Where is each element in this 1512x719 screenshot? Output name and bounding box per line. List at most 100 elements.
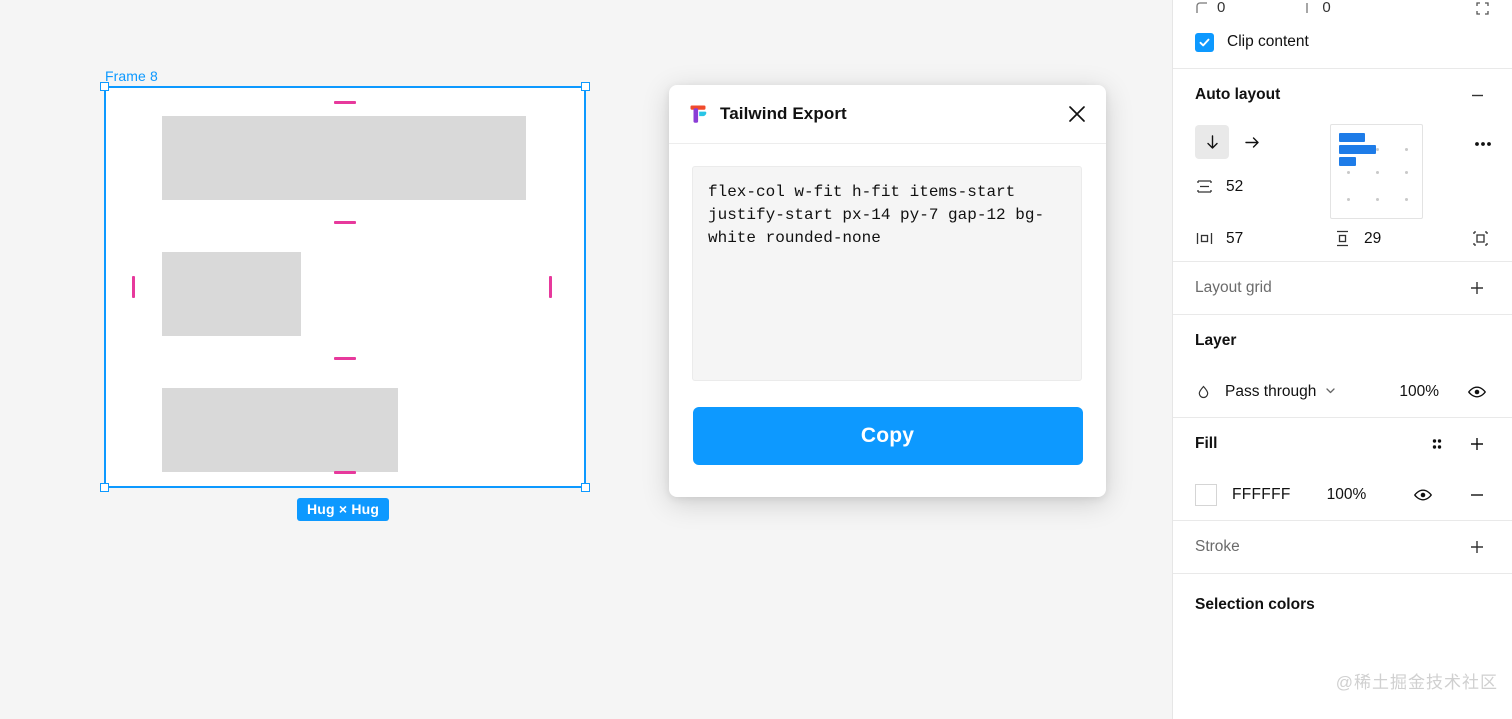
- stroke-header: Stroke: [1195, 521, 1490, 573]
- dialog-title: Tailwind Export: [720, 104, 847, 123]
- horizontal-padding-value: 57: [1226, 229, 1244, 247]
- fill-title: Fill: [1195, 435, 1218, 452]
- individual-corners-icon: [1306, 2, 1308, 13]
- fill-hex-value[interactable]: FFFFFF: [1232, 486, 1291, 504]
- clip-content-row[interactable]: Clip content: [1173, 16, 1512, 68]
- fill-styles-button[interactable]: [1424, 431, 1450, 457]
- close-icon[interactable]: [1062, 99, 1092, 129]
- plus-icon: [1471, 438, 1483, 450]
- resize-handle-top-left[interactable]: [100, 82, 109, 91]
- corner-radius-field[interactable]: 0: [1195, 0, 1225, 16]
- styles-grid-icon: [1432, 439, 1442, 449]
- remove-auto-layout-button[interactable]: [1464, 82, 1490, 108]
- figma-plugin-screen: Frame 8 Hug × Hug Tailwind Export flex-c…: [0, 0, 1512, 719]
- all-padding-icon: [1473, 231, 1488, 246]
- resize-handle-bottom-left[interactable]: [100, 483, 109, 492]
- gap-marker: [334, 221, 356, 224]
- layout-grid-header: Layout grid: [1195, 262, 1490, 314]
- horizontal-padding-marker: [549, 276, 552, 298]
- selection-colors-title: Selection colors: [1195, 596, 1315, 613]
- eye-icon: [1414, 489, 1433, 501]
- expand-corners-button[interactable]: [1475, 1, 1490, 16]
- tailwind-export-logo-icon: [686, 102, 710, 126]
- direction-controls: [1195, 125, 1269, 159]
- clip-content-checkbox[interactable]: [1195, 32, 1214, 52]
- corner-radius-row[interactable]: 0 0: [1173, 0, 1512, 16]
- stroke-section: Stroke: [1173, 521, 1512, 573]
- content-block[interactable]: [162, 252, 301, 336]
- expand-corners-icon: [1476, 2, 1489, 15]
- all-padding-button[interactable]: [1471, 229, 1490, 252]
- tailwind-classes-output[interactable]: flex-col w-fit h-fit items-start justify…: [692, 166, 1082, 381]
- chevron-down-icon[interactable]: [1324, 384, 1337, 401]
- horizontal-padding-field[interactable]: 57: [1195, 229, 1243, 248]
- add-fill-button[interactable]: [1464, 431, 1490, 457]
- layer-title: Layer: [1195, 332, 1237, 349]
- selected-frame[interactable]: [100, 82, 590, 492]
- layer-header: Layer: [1195, 315, 1490, 367]
- auto-layout-controls: 52 57 29: [1173, 121, 1512, 261]
- horizontal-padding-icon: [1196, 233, 1213, 244]
- layer-opacity-value[interactable]: 100%: [1399, 383, 1439, 401]
- plus-icon: [1471, 282, 1483, 294]
- fill-opacity-value[interactable]: 100%: [1327, 486, 1367, 504]
- gap-value: 52: [1226, 177, 1244, 195]
- vertical-padding-marker: [334, 471, 356, 474]
- direction-horizontal-button[interactable]: [1235, 125, 1269, 159]
- vertical-padding-marker: [334, 101, 356, 104]
- plus-icon: [1471, 541, 1483, 553]
- corner-radius-value: 0: [1217, 0, 1226, 16]
- vertical-padding-icon: [1337, 230, 1348, 247]
- arrow-right-icon: [1244, 136, 1259, 148]
- layout-grid-title: Layout grid: [1195, 279, 1272, 296]
- selection-colors-section: Selection colors: [1173, 574, 1512, 613]
- fill-visibility-button[interactable]: [1410, 482, 1436, 508]
- blend-mode-row[interactable]: Pass through 100%: [1173, 367, 1512, 417]
- blend-mode-icon: [1198, 385, 1209, 398]
- more-options-icon: [1475, 142, 1491, 146]
- content-block[interactable]: [162, 116, 526, 200]
- individual-corners-field[interactable]: 0: [1300, 0, 1331, 16]
- fill-color-swatch[interactable]: [1195, 484, 1217, 506]
- add-layout-grid-button[interactable]: [1464, 275, 1490, 301]
- layer-visibility-button[interactable]: [1464, 379, 1490, 405]
- auto-layout-section: Auto layout: [1173, 69, 1512, 121]
- eye-icon: [1467, 386, 1487, 398]
- gap-spacing-icon: [1197, 180, 1212, 193]
- corner-radius-icon: [1196, 1, 1207, 13]
- arrow-down-icon: [1206, 134, 1218, 149]
- tailwind-export-dialog: Tailwind Export flex-col w-fit h-fit ite…: [669, 85, 1106, 497]
- auto-layout-title: Auto layout: [1195, 86, 1281, 103]
- direction-vertical-button[interactable]: [1195, 125, 1229, 159]
- watermark: @稀土掘金技术社区: [1335, 673, 1498, 692]
- content-block[interactable]: [162, 388, 398, 472]
- horizontal-padding-marker: [132, 276, 135, 298]
- size-badge: Hug × Hug: [297, 498, 390, 521]
- clip-content-label: Clip content: [1227, 33, 1309, 50]
- auto-layout-more-button[interactable]: [1472, 133, 1494, 159]
- layer-section: Layer: [1173, 315, 1512, 367]
- dialog-header: Tailwind Export: [669, 85, 1106, 144]
- fill-row[interactable]: FFFFFF 100%: [1173, 470, 1512, 520]
- gap-marker: [334, 357, 356, 360]
- resize-handle-top-right[interactable]: [581, 82, 590, 91]
- add-stroke-button[interactable]: [1464, 534, 1490, 560]
- frame-label[interactable]: Frame 8: [105, 68, 158, 84]
- fill-section: Fill: [1173, 418, 1512, 470]
- vertical-padding-value: 29: [1364, 229, 1382, 247]
- minus-icon: [1471, 494, 1483, 496]
- stroke-title: Stroke: [1195, 538, 1240, 555]
- check-icon: [1199, 38, 1210, 46]
- copy-button[interactable]: Copy: [692, 407, 1083, 465]
- properties-panel: 0 0 Clip content Auto layout 52 57 29 La…: [1172, 0, 1512, 719]
- remove-fill-button[interactable]: [1464, 482, 1490, 508]
- layout-grid-section: Layout grid: [1173, 262, 1512, 314]
- dialog-body: flex-col w-fit h-fit items-start justify…: [669, 144, 1106, 465]
- auto-layout-header: Auto layout: [1195, 69, 1490, 121]
- vertical-padding-field[interactable]: 29: [1333, 229, 1381, 248]
- blend-mode-value: Pass through: [1225, 383, 1317, 400]
- individual-corners-value: 0: [1322, 0, 1331, 16]
- resize-handle-bottom-right[interactable]: [581, 483, 590, 492]
- alignment-grid[interactable]: [1330, 124, 1423, 219]
- gap-field[interactable]: 52: [1195, 177, 1243, 196]
